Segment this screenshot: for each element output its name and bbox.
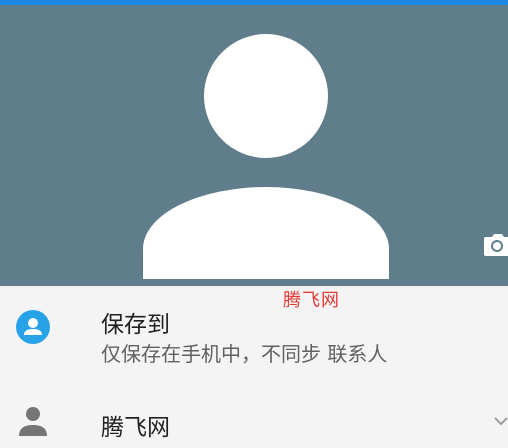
- contact-photo-area[interactable]: [0, 5, 508, 286]
- camera-icon[interactable]: [482, 230, 508, 258]
- save-to-title: 保存到: [101, 312, 170, 338]
- save-to-subtitle: 仅保存在手机中，不同步 联系人: [101, 342, 388, 366]
- avatar-head: [204, 34, 328, 158]
- person-icon: [19, 407, 47, 436]
- account-selector-row[interactable]: 腾飞网: [0, 388, 508, 448]
- account-circle-icon: [16, 310, 50, 344]
- chevron-down-icon[interactable]: [492, 414, 508, 428]
- save-to-row[interactable]: 保存到 仅保存在手机中，不同步 联系人: [0, 286, 508, 376]
- avatar-body: [143, 187, 389, 279]
- account-name-label: 腾飞网: [101, 415, 170, 441]
